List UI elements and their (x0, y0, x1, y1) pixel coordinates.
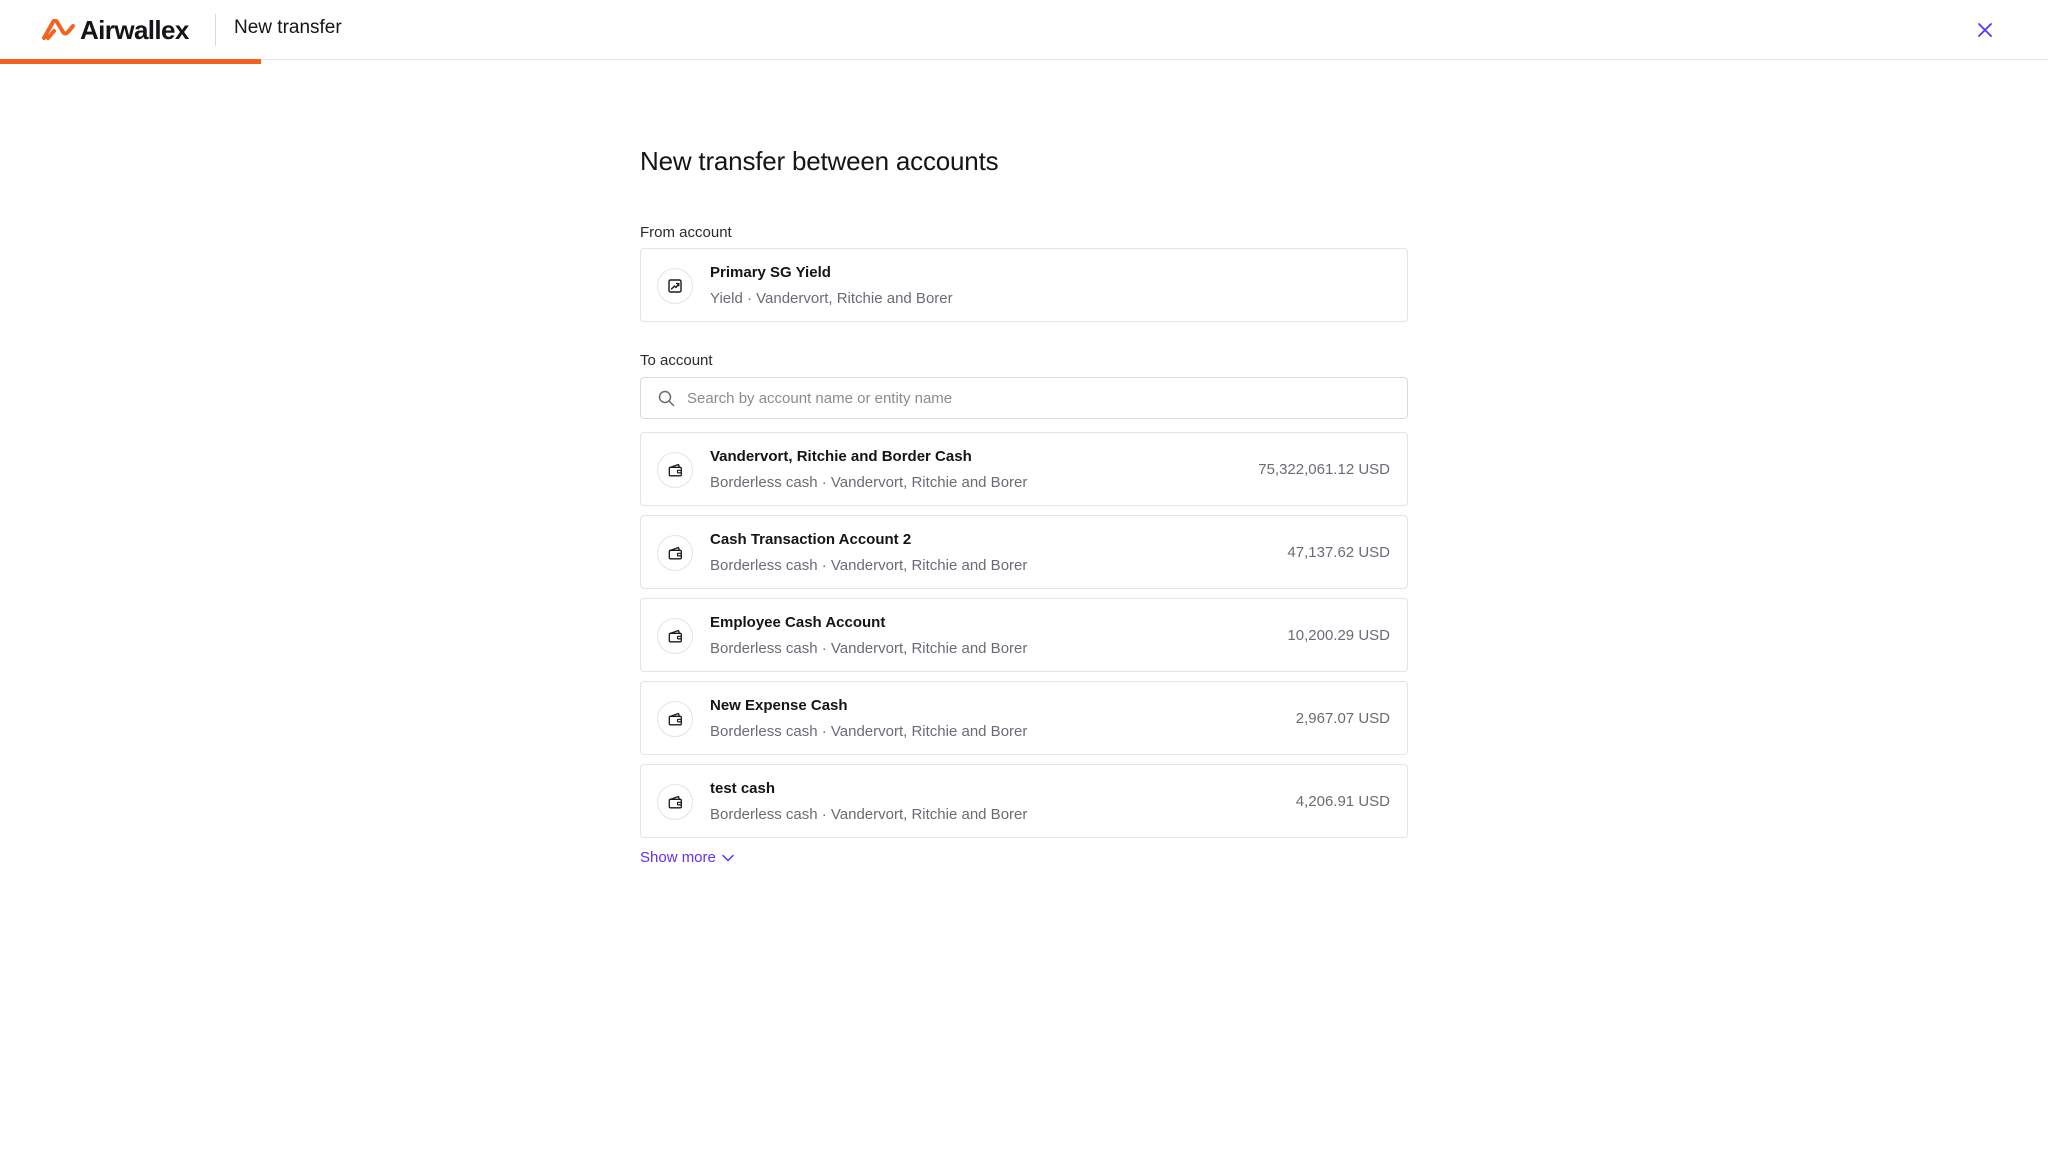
progress-bar (0, 59, 261, 64)
to-account-card[interactable]: New Expense Cash Borderless cash · Vander… (640, 681, 1408, 755)
account-icon-wrap (657, 452, 693, 488)
to-account-label: To account (640, 352, 713, 369)
to-account-card[interactable]: Vandervort, Ritchie and Border Cash Borde… (640, 432, 1408, 506)
close-button[interactable] (1972, 17, 1998, 43)
from-account-label: From account (640, 224, 732, 241)
to-account-card[interactable]: Cash Transaction Account 2 Borderless cas… (640, 515, 1408, 589)
from-account-icon-wrap (657, 268, 693, 304)
account-name: Vandervort, Ritchie and Border Cash (710, 448, 972, 465)
close-icon (1978, 23, 1992, 37)
search-icon (658, 390, 675, 407)
account-subtitle: Borderless cash · Vandervort, Ritchie an… (710, 474, 1028, 491)
account-balance: 4,206.91 USD (1295, 793, 1390, 810)
header-divider (215, 14, 216, 46)
wallet-icon (668, 629, 682, 643)
brand-name: Airwallex (80, 14, 189, 45)
account-search-input[interactable] (687, 378, 1387, 418)
wallet-icon (668, 712, 682, 726)
account-subtitle: Borderless cash · Vandervort, Ritchie an… (710, 557, 1028, 574)
account-icon-wrap (657, 701, 693, 737)
to-account-card[interactable]: Employee Cash Account Borderless cash · V… (640, 598, 1408, 672)
from-account-subtitle: Yield · Vandervort, Ritchie and Borer (710, 290, 953, 307)
from-account-card[interactable]: Primary SG Yield Yield · Vandervort, Rit… (640, 248, 1408, 322)
account-name: Cash Transaction Account 2 (710, 531, 912, 548)
show-more-button[interactable]: Show more (640, 849, 734, 866)
account-name: Employee Cash Account (710, 614, 886, 631)
page-label: New transfer (234, 17, 342, 38)
wallet-icon (668, 463, 682, 477)
account-icon-wrap (657, 784, 693, 820)
account-subtitle: Borderless cash · Vandervort, Ritchie an… (710, 640, 1028, 657)
wallet-icon (668, 795, 682, 809)
account-balance: 75,322,061.12 USD (1258, 461, 1390, 478)
account-icon-wrap (657, 618, 693, 654)
wallet-icon (668, 546, 682, 560)
show-more-label: Show more (640, 849, 716, 866)
airwallex-logo-icon (42, 19, 75, 40)
account-search (640, 377, 1408, 419)
to-account-card[interactable]: test cash Borderless cash · Vandervort, R… (640, 764, 1408, 838)
airwallex-logo[interactable]: Airwallex (42, 14, 189, 46)
from-account-name: Primary SG Yield (710, 264, 831, 281)
account-icon-wrap (657, 535, 693, 571)
account-balance: 47,137.62 USD (1287, 544, 1390, 561)
account-balance: 10,200.29 USD (1287, 627, 1390, 644)
page-title: New transfer between accounts (640, 146, 999, 176)
top-bar: Airwallex New transfer (0, 0, 2048, 60)
account-name: test cash (710, 780, 776, 797)
account-subtitle: Borderless cash · Vandervort, Ritchie an… (710, 723, 1028, 740)
account-balance: 2,967.07 USD (1295, 710, 1390, 727)
account-subtitle: Borderless cash · Vandervort, Ritchie an… (710, 806, 1028, 823)
account-name: New Expense Cash (710, 697, 848, 714)
yield-chart-icon (668, 279, 682, 293)
chevron-down-icon (722, 854, 734, 861)
